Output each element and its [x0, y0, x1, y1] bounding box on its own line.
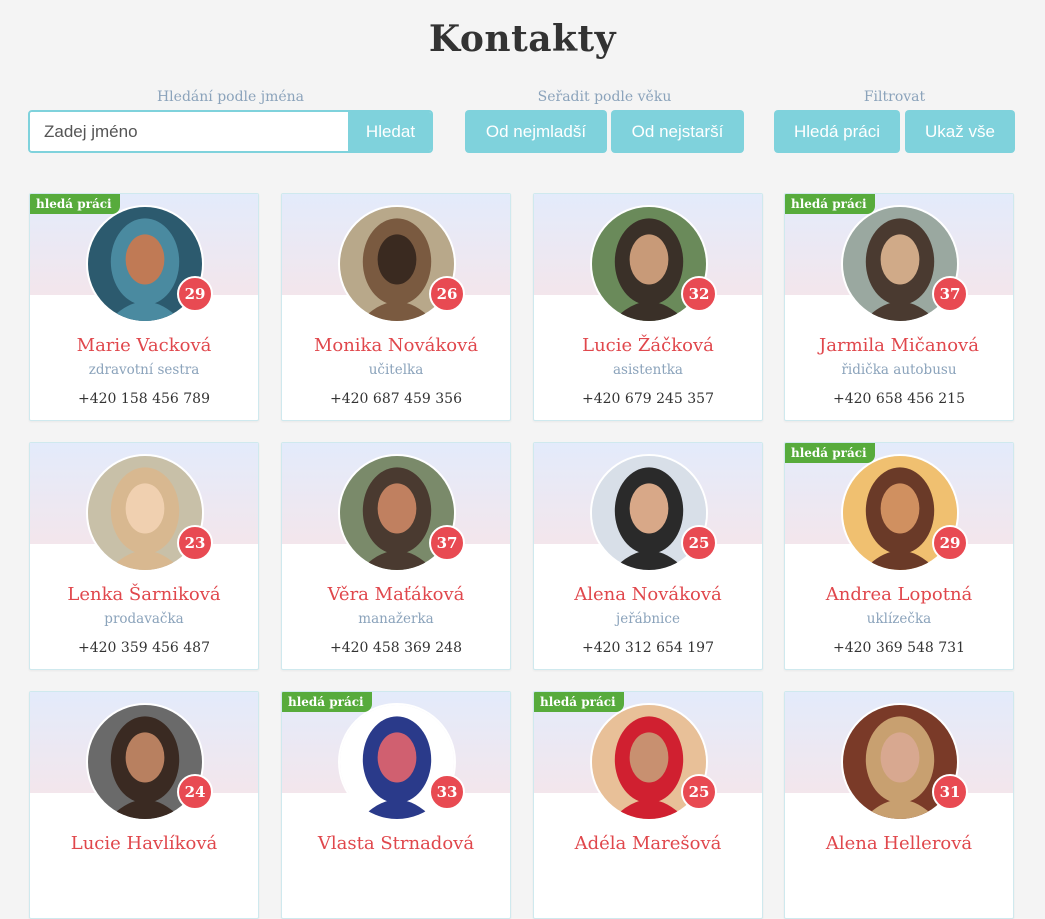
age-badge: 37 — [429, 525, 465, 561]
age-badge: 31 — [932, 774, 968, 810]
search-button[interactable]: Hledat — [348, 112, 431, 151]
sort-label: Seřadit podle věku — [537, 89, 672, 105]
age-badge: 24 — [177, 774, 213, 810]
contact-job: manažerka — [358, 611, 434, 627]
seeking-job-badge: hledá práci — [30, 194, 120, 214]
contact-job: uklízečka — [866, 611, 932, 627]
contact-card: hledá práci 33 Vlasta Strnadová — [281, 691, 511, 919]
contact-job: řidička autobusu — [841, 362, 957, 378]
age-badge: 29 — [932, 525, 968, 561]
contact-name: Marie Vacková — [76, 335, 212, 356]
seeking-job-badge: hledá práci — [785, 194, 875, 214]
filter-all-button[interactable]: Ukaž vše — [905, 110, 1015, 153]
contact-card: 31 Alena Hellerová — [784, 691, 1014, 919]
contact-job: asistentka — [613, 362, 683, 378]
age-badge: 23 — [177, 525, 213, 561]
contact-card: hledá práci 25 Adéla Marešová — [533, 691, 763, 919]
contact-name: Lucie Žáčková — [582, 335, 714, 356]
contact-name: Lucie Havlíková — [70, 833, 218, 854]
contact-name: Alena Hellerová — [825, 833, 973, 854]
contact-phone: +420 458 369 248 — [330, 640, 462, 656]
contact-phone: +420 312 654 197 — [582, 640, 714, 656]
sort-oldest-button[interactable]: Od nejstarší — [611, 110, 744, 153]
seeking-job-badge: hledá práci — [282, 692, 372, 712]
contact-card: 26 Monika Nováková učitelka +420 687 459 35… — [281, 193, 511, 421]
age-badge: 37 — [932, 276, 968, 312]
contact-phone: +420 359 456 487 — [78, 640, 210, 656]
seeking-job-badge: hledá práci — [534, 692, 624, 712]
page-title: Kontakty — [428, 18, 617, 60]
search-input[interactable] — [30, 112, 348, 151]
contact-phone: +420 687 459 356 — [330, 391, 462, 407]
contact-name: Věra Maťáková — [327, 584, 465, 605]
contact-phone: +420 158 456 789 — [78, 391, 210, 407]
contact-card: 23 Lenka Šarniková prodavačka +420 359 456 … — [29, 442, 259, 670]
contact-phone: +420 658 456 215 — [833, 391, 965, 407]
contact-name: Vlasta Strnadová — [317, 833, 475, 854]
contact-job: učitelka — [368, 362, 424, 378]
contact-card: 32 Lucie Žáčková asistentka +420 679 245 35… — [533, 193, 763, 421]
contact-phone: +420 369 548 731 — [833, 640, 965, 656]
age-badge: 25 — [681, 774, 717, 810]
contact-card: hledá práci 37 Jarmila Mičanová řidička aut… — [784, 193, 1014, 421]
contact-job: jeřábnice — [616, 611, 680, 627]
filter-seeking-button[interactable]: Hledá práci — [774, 110, 900, 153]
age-badge: 29 — [177, 276, 213, 312]
age-badge: 26 — [429, 276, 465, 312]
contact-name: Adéla Marešová — [574, 833, 722, 854]
contact-name: Alena Nováková — [574, 584, 722, 605]
search-box: Hledat — [28, 110, 433, 153]
contact-name: Jarmila Mičanová — [819, 335, 979, 356]
age-badge: 33 — [429, 774, 465, 810]
contact-card: 37 Věra Maťáková manažerka +420 458 369 248 — [281, 442, 511, 670]
contact-job: zdravotní sestra — [88, 362, 200, 378]
contact-name: Andrea Lopotná — [825, 584, 973, 605]
filter-label: Filtrovat — [863, 89, 926, 105]
contact-name: Lenka Šarniková — [67, 584, 221, 605]
contact-job: prodavačka — [104, 611, 184, 627]
seeking-job-badge: hledá práci — [785, 443, 875, 463]
contact-name: Monika Nováková — [313, 335, 479, 356]
contact-card: hledá práci 29 Andrea Lopotná uklízečka +420… — [784, 442, 1014, 670]
contact-phone: +420 679 245 357 — [582, 391, 714, 407]
age-badge: 32 — [681, 276, 717, 312]
sort-youngest-button[interactable]: Od nejmladší — [465, 110, 607, 153]
contact-card: 24 Lucie Havlíková — [29, 691, 259, 919]
age-badge: 25 — [681, 525, 717, 561]
contact-card: hledá práci 29 Marie Vacková zdravotní sest… — [29, 193, 259, 421]
search-label: Hledání podle jména — [156, 89, 305, 105]
contact-card: 25 Alena Nováková jeřábnice +420 312 654 19… — [533, 442, 763, 670]
